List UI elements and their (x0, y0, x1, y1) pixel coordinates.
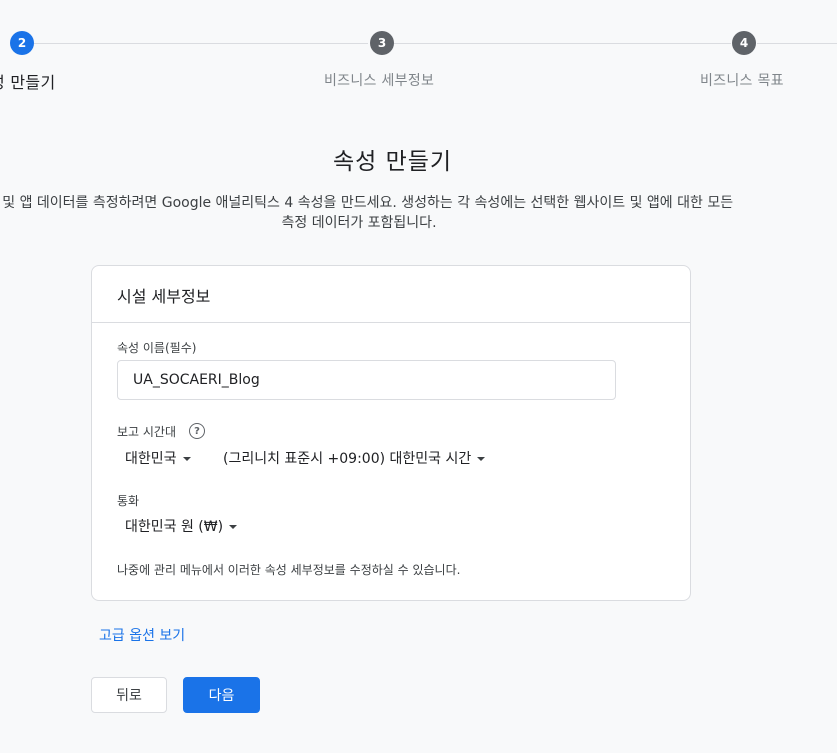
description-line-2: 측정 데이터가 포함됩니다. (281, 215, 437, 231)
currency-dropdown[interactable]: 대한민국 원 (₩) (125, 516, 238, 536)
help-circle-icon[interactable]: ? (189, 423, 205, 439)
back-button[interactable]: 뒤로 (91, 677, 167, 713)
page-title: 속성 만들기 (332, 149, 453, 175)
create-property-page: 2 3 4 성 만들기 비즈니스 세부정보 비즈니스 목표 속성 만들기 웹 및… (0, 0, 837, 753)
card-title: 시설 세부정보 (92, 266, 690, 323)
step-2-indicator: 2 (10, 31, 34, 55)
page-description: 웹 및 앱 데이터를 측정하려면 Google 애널리틱스 4 속성을 만드세요… (0, 193, 837, 233)
timezone-zone-dropdown[interactable]: (그리니치 표준시 +09:00) 대한민국 시간 (223, 448, 486, 468)
next-button[interactable]: 다음 (183, 677, 260, 713)
helper-text: 나중에 관리 메뉴에서 이러한 속성 세부정보를 수정하실 수 있습니다. (117, 563, 461, 577)
step-2-label: 성 만들기 (0, 73, 56, 92)
timezone-label: 보고 시간대 (117, 425, 177, 439)
property-details-card: 시설 세부정보 속성 이름(필수) UA_SOCAERI_Blog 보고 시간대… (91, 265, 691, 601)
stepper-connector (394, 43, 731, 44)
step-4-indicator: 4 (732, 31, 756, 55)
step-4-label: 비즈니스 목표 (700, 73, 784, 89)
stepper-connector (34, 43, 368, 44)
timezone-zone-value: (그리니치 표준시 +09:00) 대한민국 시간 (223, 451, 472, 467)
chevron-down-icon (229, 525, 238, 529)
stepper-connector (757, 43, 837, 44)
step-3-indicator: 3 (370, 31, 394, 55)
currency-value: 대한민국 원 (₩) (125, 519, 224, 535)
timezone-country-dropdown[interactable]: 대한민국 (125, 448, 191, 468)
property-name-label: 속성 이름(필수) (117, 341, 197, 355)
advanced-options-link[interactable]: 고급 옵션 보기 (99, 625, 185, 645)
currency-label: 통화 (117, 494, 140, 508)
step-3-label: 비즈니스 세부정보 (324, 73, 435, 89)
property-name-input[interactable]: UA_SOCAERI_Blog (117, 360, 616, 400)
description-line-1: 웹 및 앱 데이터를 측정하려면 Google 애널리틱스 4 속성을 만드세요… (0, 195, 734, 211)
timezone-country-value: 대한민국 (125, 451, 177, 467)
property-name-value: UA_SOCAERI_Blog (133, 372, 260, 388)
chevron-down-icon (477, 457, 486, 461)
chevron-down-icon (182, 457, 191, 461)
